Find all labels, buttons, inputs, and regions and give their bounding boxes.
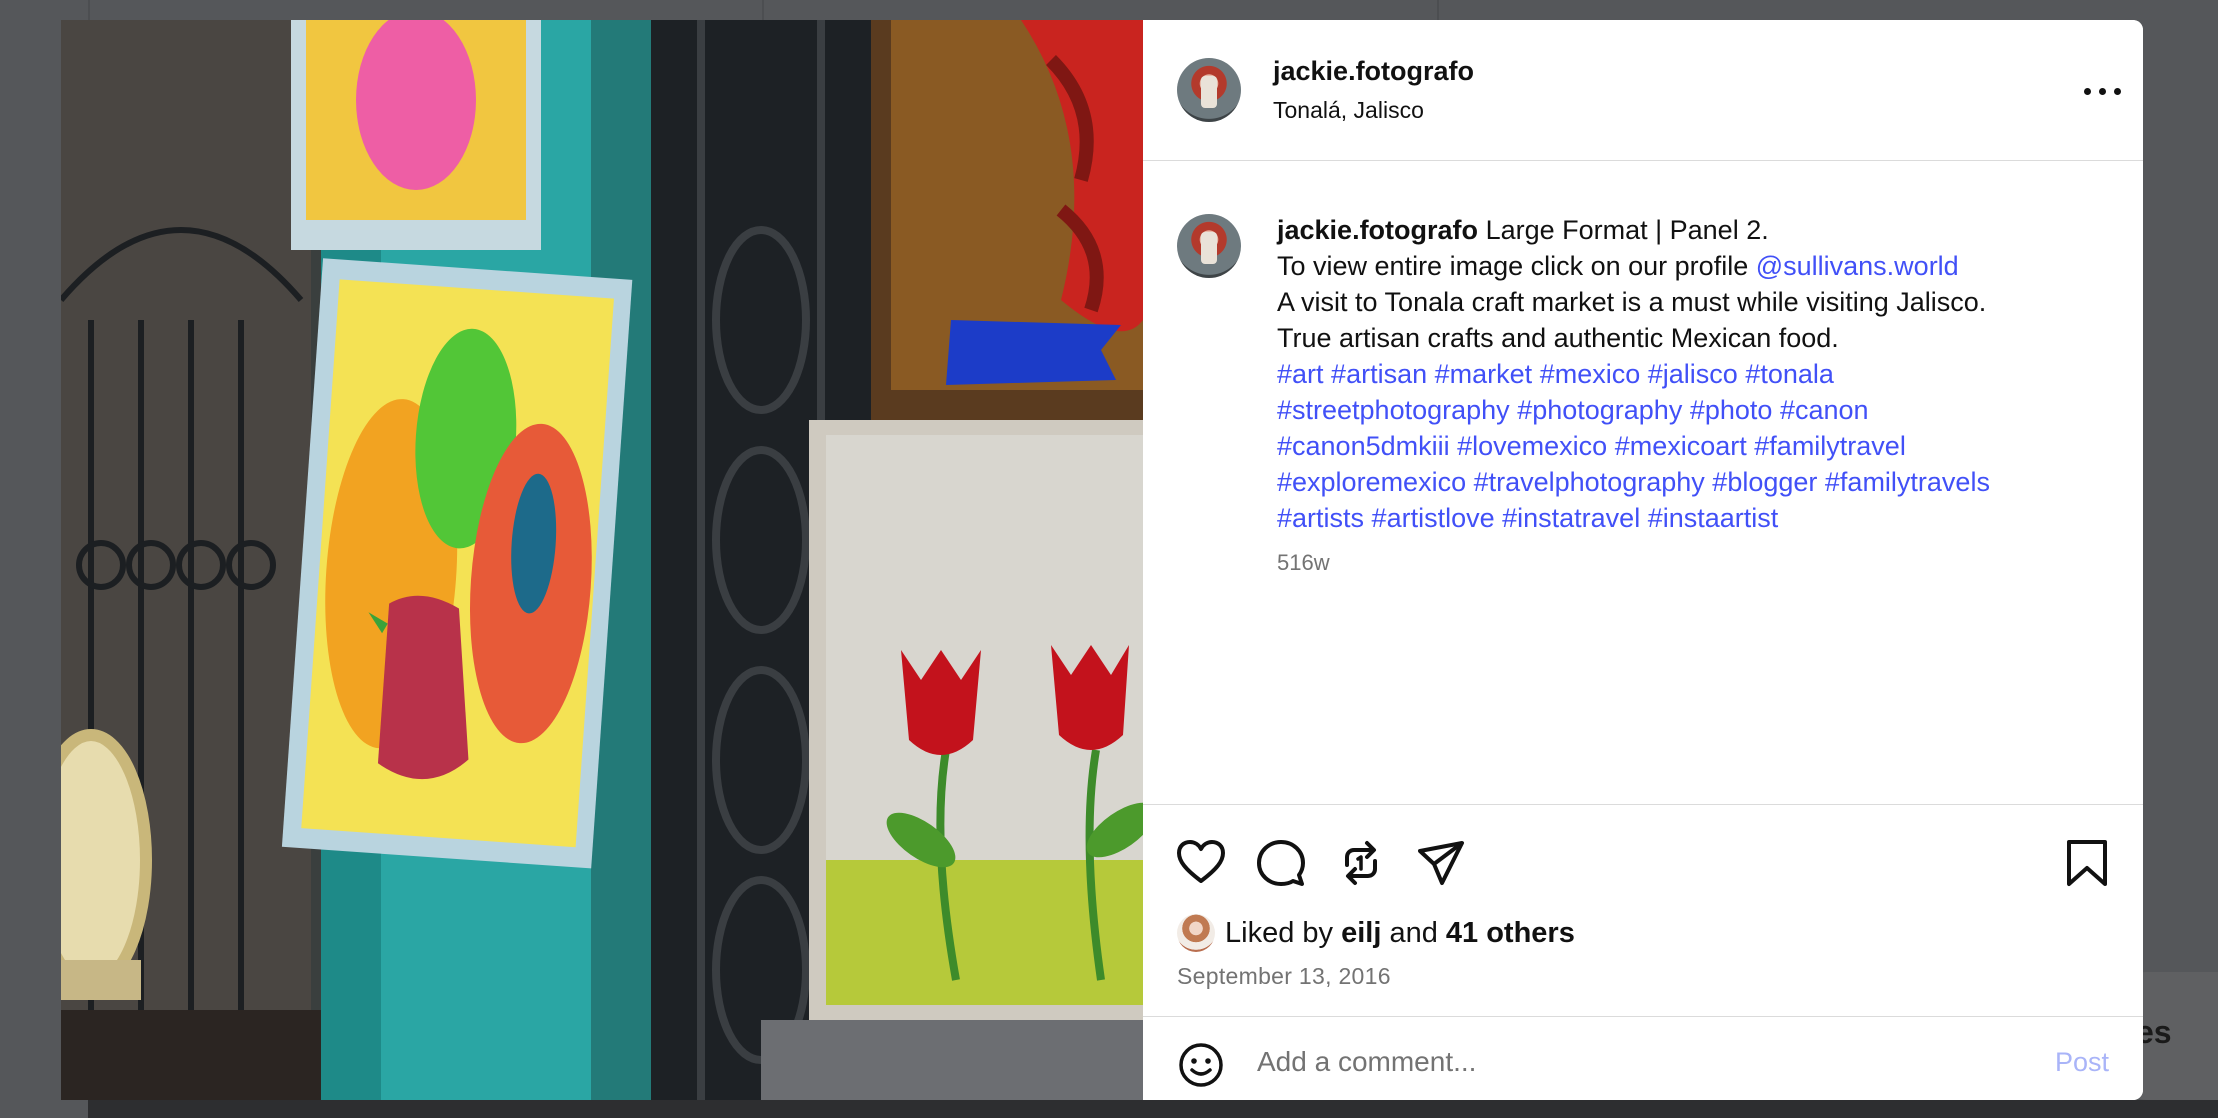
more-options-button[interactable] [2081, 82, 2125, 102]
caption-line: True artisan crafts and authentic Mexica… [1277, 323, 1839, 353]
repost-button[interactable] [1335, 837, 1387, 889]
background-peek-card: es [2130, 972, 2218, 1100]
more-horizontal-icon-dot [2099, 88, 2106, 95]
caption-author-avatar[interactable] [1177, 214, 1241, 278]
hashtag-link[interactable]: #photography [1517, 395, 1682, 425]
comment-input[interactable] [1255, 1035, 1959, 1089]
bookmark-icon [2067, 840, 2107, 886]
liked-middle: and [1381, 916, 1446, 949]
caption-username[interactable]: jackie.fotografo [1277, 215, 1478, 245]
liked-prefix: Liked by [1225, 916, 1342, 949]
like-button[interactable] [1175, 837, 1227, 889]
hashtag-line: #canon5dmkiii #lovemexico #mexicoart #fa… [1277, 428, 2117, 464]
caption-text: jackie.fotografo Large Format | Panel 2.… [1277, 212, 2117, 536]
hashtag-link[interactable]: #travelphotography [1474, 467, 1705, 497]
emoji-button[interactable] [1177, 1041, 1225, 1089]
hashtag-link[interactable]: #canon5dmkiii [1277, 431, 1450, 461]
post-photo-illustration [61, 20, 1143, 1100]
caption-title: Large Format | Panel 2. [1485, 215, 1769, 245]
post-comment-button[interactable]: Post [2055, 1047, 2109, 1078]
hashtag-link[interactable]: #artistlove [1372, 503, 1495, 533]
hashtag-link[interactable]: #artists [1277, 503, 1364, 533]
comment-bar: Post [1143, 1016, 2143, 1100]
caption-line: jackie.fotografo Large Format | Panel 2. [1277, 212, 2117, 248]
hashtag-link[interactable]: #instaartist [1648, 503, 1779, 533]
heart-icon [1177, 840, 1225, 883]
caption-line: A visit to Tonala craft market is a must… [1277, 287, 1987, 317]
comment-button[interactable] [1255, 837, 1307, 889]
caption-timestamp[interactable]: 516w [1277, 550, 1330, 576]
background-strip [88, 1100, 2218, 1118]
liker-username[interactable]: eilj [1341, 917, 1381, 950]
emoji-icon [1179, 1043, 1223, 1087]
post-modal: jackie.fotografo Tonalá, Jalisco jackie.… [61, 20, 2143, 1100]
share-button[interactable] [1415, 837, 1467, 889]
hashtag-line: #artists #artistlove #instatravel #insta… [1277, 500, 2117, 536]
more-horizontal-icon [2084, 88, 2091, 95]
hashtag-link[interactable]: #familytravels [1825, 467, 1990, 497]
action-bar: Liked by eilj and 41 others September 13… [1143, 804, 2143, 1017]
likes-summary: Liked by eilj and 41 others [1177, 913, 1575, 953]
hashtag-link[interactable]: #exploremexico [1277, 467, 1466, 497]
hashtag-link[interactable]: #streetphotography [1277, 395, 1510, 425]
post-image[interactable] [61, 20, 1143, 1100]
hashtag-line: #art #artisan #market #mexico #jalisco #… [1277, 356, 2117, 392]
mention-link[interactable]: @sullivans.world [1756, 251, 1959, 281]
hashtag-link[interactable]: #familytravel [1754, 431, 1906, 461]
hashtag-link[interactable]: #market [1435, 359, 1533, 389]
hashtag-link[interactable]: #mexico [1540, 359, 1641, 389]
post-header: jackie.fotografo Tonalá, Jalisco [1143, 20, 2143, 161]
caption-section: jackie.fotografo Large Format | Panel 2.… [1143, 160, 2143, 804]
post-date[interactable]: September 13, 2016 [1177, 963, 1391, 990]
liker-avatar[interactable] [1177, 914, 1215, 952]
post-location[interactable]: Tonalá, Jalisco [1273, 97, 1424, 124]
author-username[interactable]: jackie.fotografo [1273, 56, 1474, 87]
hashtag-link[interactable]: #artisan [1331, 359, 1427, 389]
hashtag-link[interactable]: #tonala [1745, 359, 1834, 389]
more-horizontal-icon-dot [2114, 88, 2121, 95]
author-avatar[interactable] [1177, 58, 1241, 122]
hashtag-line: #streetphotography #photography #photo #… [1277, 392, 2117, 428]
caption-line: To view entire image click on our profil… [1277, 248, 2117, 284]
hashtag-link[interactable]: #blogger [1712, 467, 1817, 497]
post-details-panel: jackie.fotografo Tonalá, Jalisco jackie.… [1143, 20, 2143, 1100]
repost-icon [1345, 841, 1377, 885]
comment-icon [1257, 840, 1305, 886]
likes-others-link[interactable]: 41 others [1446, 917, 1575, 950]
hashtag-line: #exploremexico #travelphotography #blogg… [1277, 464, 2117, 500]
hashtag-link[interactable]: #mexicoart [1615, 431, 1747, 461]
hashtag-link[interactable]: #instatravel [1502, 503, 1640, 533]
hashtag-link[interactable]: #canon [1780, 395, 1869, 425]
hashtag-link[interactable]: #jalisco [1648, 359, 1738, 389]
hashtag-link[interactable]: #photo [1690, 395, 1773, 425]
hashtag-link[interactable]: #lovemexico [1457, 431, 1607, 461]
hashtag-link[interactable]: #art [1277, 359, 1324, 389]
save-button[interactable] [2061, 837, 2113, 889]
caption-profile-text: To view entire image click on our profil… [1277, 251, 1756, 281]
share-icon [1418, 841, 1464, 885]
